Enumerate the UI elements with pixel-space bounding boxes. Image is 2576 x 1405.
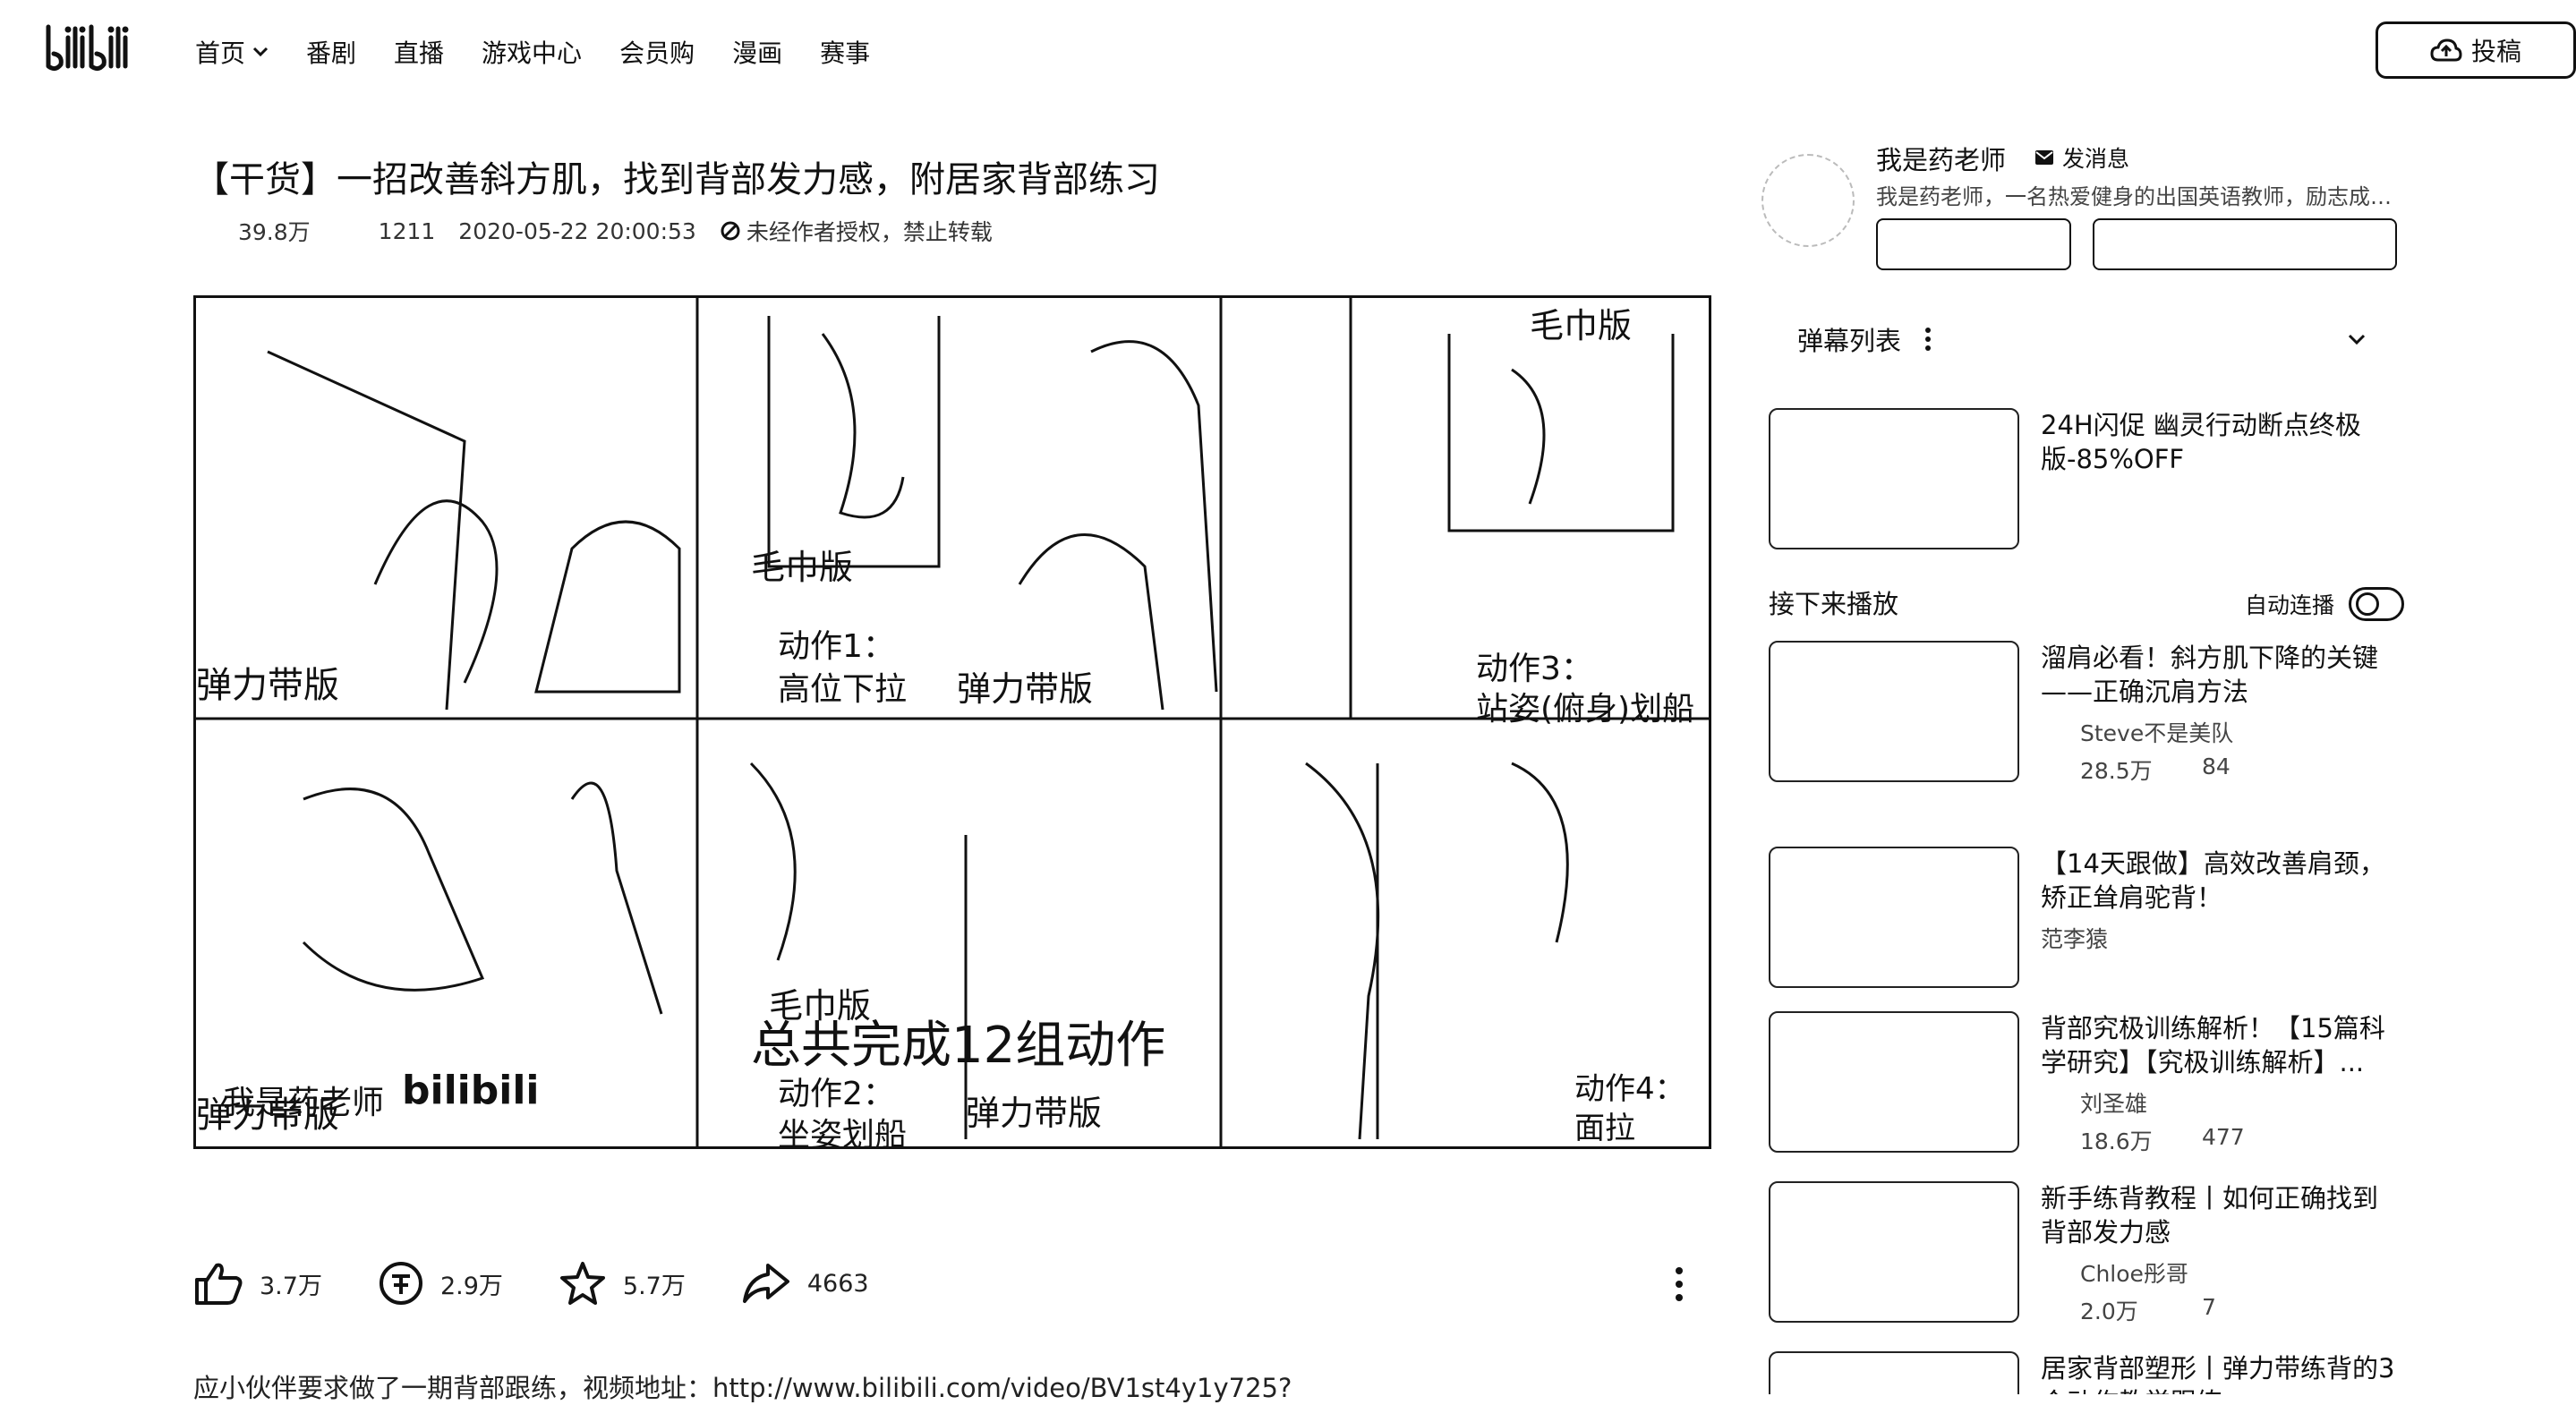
rec-thumbnail[interactable] <box>1769 641 2019 782</box>
favorite-button[interactable]: 5.7万 <box>559 1260 686 1307</box>
overlay-towel-1: 毛巾版 <box>751 548 854 587</box>
overlay-action2b: 坐姿划船 <box>778 1117 908 1149</box>
charge-button[interactable] <box>1876 218 2071 270</box>
nav-shop[interactable]: 会员购 <box>619 34 695 70</box>
rec-danmaku: 7 <box>2202 1294 2216 1320</box>
rec-author[interactable]: 刘圣雄 <box>2080 1086 2147 1119</box>
autoplay-control: 自动连播 <box>2245 587 2405 621</box>
overlay-band-2: 弹力带版 <box>957 669 1094 709</box>
send-message-button[interactable]: 发消息 <box>2034 141 2129 174</box>
overlay-band-1: 弹力带版 <box>196 665 339 706</box>
play-count-icon <box>195 220 226 242</box>
video-meta: 39.8万 1211 2020-05-22 20:00:53 未经作者授权，禁止… <box>193 215 1016 247</box>
chevron-down-icon[interactable] <box>2347 333 2367 345</box>
overlay-action4: 动作4： <box>1574 1071 1685 1107</box>
rec-title[interactable]: 居家背部塑形丨弹力带练背的3个动作教学跟练 <box>2041 1351 2399 1394</box>
share-icon <box>742 1264 789 1303</box>
star-icon <box>559 1262 605 1305</box>
rec-thumbnail[interactable] <box>1769 1181 2019 1323</box>
overlay-towel-2: 毛巾版 <box>1530 306 1633 345</box>
nav-esports[interactable]: 赛事 <box>820 34 870 70</box>
bilibili-logo[interactable] <box>43 20 158 77</box>
next-up-label: 接下来播放 <box>1769 589 1899 619</box>
overlay-action4b: 面拉 <box>1574 1111 1635 1146</box>
overlay-total: 总共完成12组动作 <box>751 1017 1166 1075</box>
overlay-action1b: 高位下拉 <box>778 671 908 708</box>
rec-author[interactable]: Steve不是美队 <box>2080 716 2233 748</box>
rec-thumbnail[interactable] <box>1769 847 2019 988</box>
uploader-name[interactable]: 我是药老师 <box>1876 140 2006 177</box>
coin-icon <box>379 1262 422 1305</box>
view-count: 39.8万 <box>193 215 311 247</box>
rec-thumbnail[interactable] <box>1769 1351 2019 1394</box>
danmaku-list-label: 弹幕列表 <box>1797 326 1902 356</box>
nav-anime[interactable]: 番剧 <box>306 34 356 70</box>
video-description: 应小伙伴要求做了一期背部跟练，视频地址：http://www.bilibili.… <box>193 1373 1292 1403</box>
autoplay-label: 自动连播 <box>2245 592 2335 618</box>
mail-icon <box>2035 150 2053 165</box>
overlay-band-4: 弹力带版 <box>966 1094 1103 1133</box>
like-button[interactable]: 3.7万 <box>193 1260 322 1307</box>
chevron-down-icon <box>252 47 269 57</box>
upload-icon <box>2430 38 2462 62</box>
rec-title[interactable]: 溜肩必看！斜方肌下降的关键——正确沉肩方法 <box>2041 641 2399 709</box>
danmaku-list-header[interactable]: 弹幕列表 <box>1761 310 2395 369</box>
follow-button[interactable] <box>2093 218 2397 270</box>
watermark-logo: bilibili <box>402 1068 540 1113</box>
more-options-icon[interactable] <box>1670 1264 1688 1305</box>
rec-author[interactable]: Chloe彤哥 <box>2080 1256 2188 1289</box>
rec-views: 18.6万 <box>2080 1128 2153 1154</box>
forbidden-icon <box>721 221 740 241</box>
overlay-action3b: 站姿(俯身)划船 <box>1476 691 1695 728</box>
danmaku-count: 1211 <box>334 218 435 244</box>
uploader-bio: 我是药老师，一名热爱健身的出国英语教师，励志成为健身圈的英语第一人 <box>1876 184 2402 209</box>
copyright-notice: 未经作者授权，禁止转载 <box>720 215 993 247</box>
rec-title[interactable]: 背部究极训练解析！【15篇科学研究】【究极训练解析】... <box>2041 1011 2399 1079</box>
share-button[interactable]: 4663 <box>741 1262 869 1305</box>
ad-title[interactable]: 24H闪促 幽灵行动断点终极版-85%OFF <box>2041 408 2399 476</box>
upload-button[interactable]: 投稿 <box>2376 21 2576 79</box>
rec-thumbnail[interactable] <box>1769 1011 2019 1153</box>
rec-danmaku: 84 <box>2202 754 2231 779</box>
like-count: 3.7万 <box>260 1272 322 1300</box>
nav-manga[interactable]: 漫画 <box>732 34 782 70</box>
autoplay-toggle[interactable] <box>2349 587 2405 621</box>
danmaku-icon <box>335 220 366 242</box>
video-title: 【干货】一招改善斜方肌，找到背部发力感，附居家背部练习 <box>193 159 1160 200</box>
uploader-avatar[interactable] <box>1761 154 1855 247</box>
nav-live[interactable]: 直播 <box>394 34 444 70</box>
rec-title[interactable]: 【14天跟做】高效改善肩颈，矫正耸肩驼背！ <box>2041 847 2399 915</box>
favorite-count: 5.7万 <box>622 1272 686 1300</box>
overlay-watermark: 我是药老师 <box>223 1085 385 1121</box>
rec-views: 2.0万 <box>2080 1299 2138 1324</box>
nav-home[interactable]: 首页 <box>195 34 269 70</box>
rec-views: 28.5万 <box>2080 758 2153 784</box>
thumbs-up-icon <box>195 1263 243 1305</box>
coin-button[interactable]: 2.9万 <box>378 1260 503 1307</box>
overlay-action1: 动作1： <box>778 628 895 665</box>
publish-date: 2020-05-22 20:00:53 <box>458 217 696 244</box>
rec-danmaku: 477 <box>2202 1124 2245 1150</box>
share-count: 4663 <box>806 1269 869 1298</box>
vertical-dots-icon[interactable] <box>1923 325 1933 353</box>
nav-game-center[interactable]: 游戏中心 <box>482 34 582 70</box>
upload-label: 投稿 <box>2470 37 2521 66</box>
ad-thumbnail[interactable] <box>1769 408 2019 549</box>
rec-author[interactable]: 范李猿 <box>2041 922 2108 954</box>
top-nav: 首页 番剧 直播 游戏中心 会员购 漫画 赛事 <box>195 34 908 70</box>
video-player[interactable]: 毛巾版 毛巾版 弹力带版 弹力带版 弹力带版 弹力带版 毛巾版 动作1： 高位下… <box>193 295 1711 1149</box>
coin-count: 2.9万 <box>439 1272 503 1300</box>
action-bar: 3.7万 2.9万 5.7万 4663 <box>193 1260 925 1307</box>
rec-title[interactable]: 新手练背教程丨如何正确找到背部发力感 <box>2041 1181 2399 1249</box>
